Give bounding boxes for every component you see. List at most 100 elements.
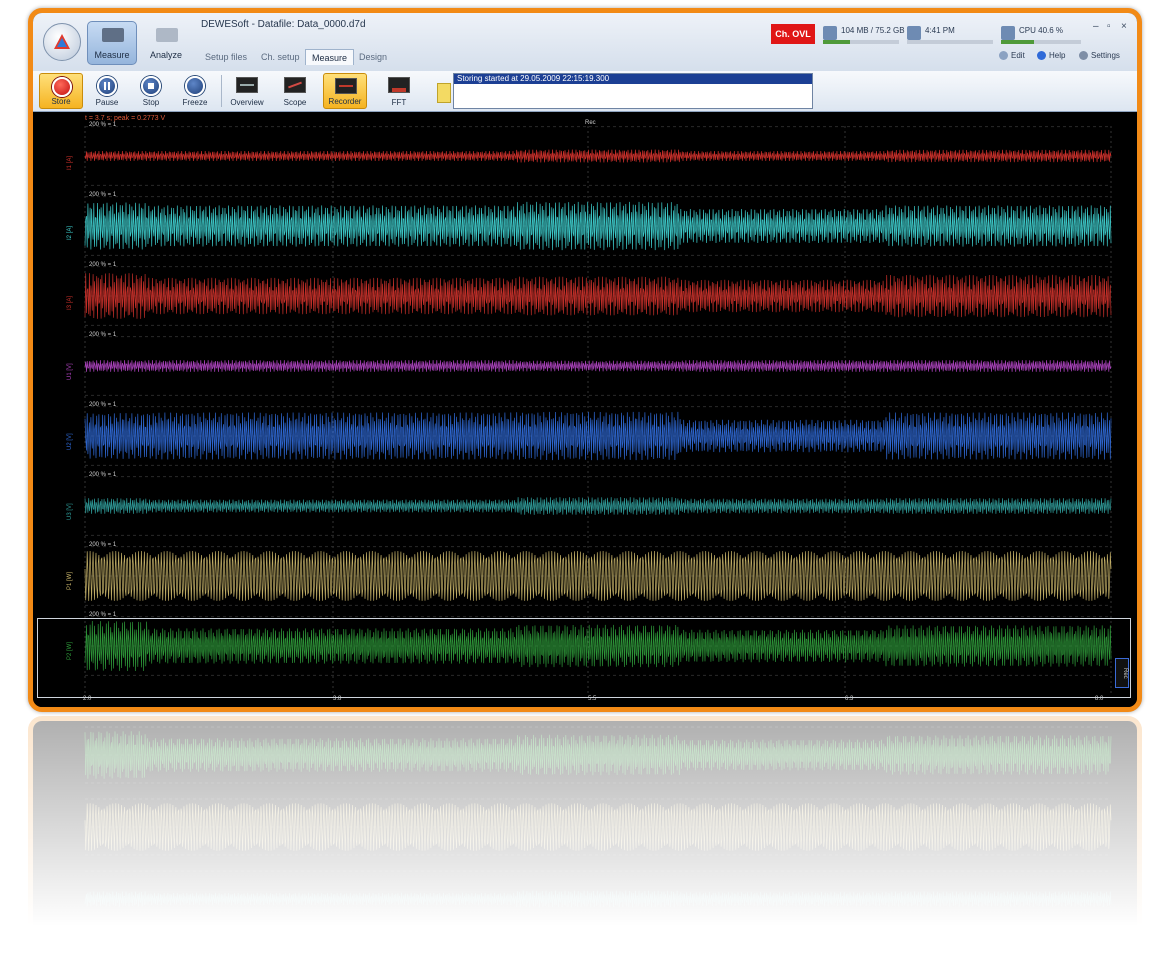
cpu-meter: CPU 40.6 % — [1001, 24, 1081, 44]
recorder-icon — [335, 78, 357, 94]
channel-scale-tag: 200 % = 1 — [89, 401, 117, 408]
fft-button[interactable]: FFT — [377, 73, 421, 109]
channel-scale-tag: 200 % = 1 — [89, 191, 117, 198]
edit-button[interactable]: Edit — [999, 51, 1025, 60]
help-button[interactable]: Help — [1037, 51, 1065, 60]
channel-waveform — [84, 411, 1112, 461]
channel-trace[interactable] — [84, 476, 1112, 536]
event-log[interactable]: Storing started at 29.05.2009 22:15:19.3… — [453, 73, 813, 109]
mode-analyze-button[interactable]: Analyze — [141, 21, 191, 65]
overview-button[interactable]: Overview — [225, 73, 269, 109]
recorder-label: Rec — [585, 120, 596, 126]
recorder-label: Recorder — [328, 97, 362, 106]
settings-label: Settings — [1091, 51, 1120, 60]
channel-trace[interactable] — [84, 616, 1112, 676]
channel-waveform — [84, 201, 1112, 251]
channel-trace[interactable] — [84, 406, 1112, 466]
disk-usage-meter: 104 MB / 75.2 GB — [823, 24, 905, 44]
channel-trace[interactable] — [84, 546, 1112, 606]
mode-analyze-label: Analyze — [149, 50, 183, 60]
channel-axis-label: I1 [A] — [67, 155, 73, 170]
maximize-button[interactable]: ▫ — [1107, 21, 1111, 32]
x-tick-label: 6.3 — [845, 696, 854, 702]
channel-scale-tag: 200 % = 1 — [89, 541, 117, 548]
channel-waveform — [84, 149, 1112, 163]
record-icon — [52, 77, 72, 97]
channel-trace[interactable] — [84, 126, 1112, 186]
gear-icon — [1079, 51, 1088, 60]
help-icon — [1037, 51, 1046, 60]
edit-icon — [999, 51, 1008, 60]
tab-measure[interactable]: Measure — [305, 49, 355, 65]
title-bar: Measure Analyze DEWESoft - Datafile: Dat… — [33, 13, 1137, 72]
freeze-button[interactable]: Freeze — [173, 73, 217, 109]
channel-waveform — [84, 273, 1112, 319]
event-log-entry: Storing started at 29.05.2009 22:15:19.3… — [454, 74, 812, 84]
channel-side-badge[interactable]: Rec — [1115, 658, 1129, 688]
minimize-button[interactable]: – — [1093, 21, 1099, 32]
fft-label: FFT — [391, 98, 407, 107]
channel-trace[interactable] — [84, 266, 1112, 326]
stop-label: Stop — [142, 98, 160, 107]
scope-label: Scope — [283, 98, 307, 107]
freeze-label: Freeze — [182, 98, 208, 107]
mode-measure-label: Measure — [94, 50, 130, 60]
channel-waveform — [84, 360, 1112, 372]
overview-label: Overview — [230, 98, 264, 107]
note-icon[interactable] — [437, 83, 451, 103]
x-tick-label: 2.0 — [83, 696, 92, 702]
cpu-fill — [1001, 40, 1034, 44]
channel-trace[interactable] — [84, 336, 1112, 396]
overview-icon — [236, 77, 258, 93]
recorder-traces[interactable] — [33, 112, 1137, 712]
mode-measure-button[interactable]: Measure — [87, 21, 137, 65]
channel-axis-label: P2 [W] — [67, 641, 73, 660]
recorder-plot-area[interactable]: t = 3.7 s; peak = 0.2773 V Rec I1 [A] 200… — [33, 112, 1137, 712]
analyze-icon — [156, 28, 178, 42]
channel-axis-label: U1 [V] — [67, 363, 73, 380]
pause-button[interactable]: Pause — [85, 73, 129, 109]
clock-icon — [907, 26, 921, 40]
channel-scale-tag: 200 % = 1 — [89, 471, 117, 478]
stop-button[interactable]: Stop — [129, 73, 173, 109]
channel-scale-tag: 200 % = 1 — [89, 261, 117, 268]
help-label: Help — [1049, 51, 1066, 60]
channel-trace[interactable] — [84, 798, 1112, 856]
settings-button[interactable]: Settings — [1079, 51, 1120, 60]
edit-label: Edit — [1011, 51, 1025, 60]
channel-trace[interactable] — [84, 870, 1112, 928]
store-button[interactable]: Store — [39, 73, 83, 109]
app-window: Measure Analyze DEWESoft - Datafile: Dat… — [28, 8, 1142, 712]
channel-trace[interactable] — [84, 196, 1112, 256]
overload-status-badge[interactable]: Ch. OVL — [771, 24, 815, 44]
toolbar: Store Pause Stop Freeze Overview Scope R… — [33, 71, 1137, 112]
channel-axis-label: U3 [V] — [67, 503, 73, 520]
window-reflection — [28, 716, 1142, 960]
recorder-button[interactable]: Recorder — [323, 73, 367, 109]
channel-axis-label: P1 [W] — [67, 571, 73, 590]
freeze-icon — [185, 76, 205, 96]
scope-icon — [284, 77, 306, 93]
window-title: DEWESoft - Datafile: Data_0000.d7d — [201, 19, 366, 30]
app-logo[interactable] — [43, 23, 81, 61]
cpu-text: CPU 40.6 % — [1019, 26, 1064, 35]
channel-scale-tag: 200 % = 1 — [89, 121, 117, 128]
tab-ch-setup[interactable]: Ch. setup — [255, 49, 306, 65]
tab-design[interactable]: Design — [353, 49, 393, 65]
pause-icon — [97, 76, 117, 96]
channel-waveform — [84, 803, 1112, 851]
store-label: Store — [51, 97, 71, 106]
measure-icon — [102, 28, 124, 42]
disk-icon — [823, 26, 837, 40]
fft-icon — [388, 77, 410, 93]
channel-scale-tag: 200 % = 1 — [89, 331, 117, 338]
channel-trace[interactable] — [84, 726, 1112, 784]
channel-waveform — [84, 550, 1112, 601]
tab-setup-files[interactable]: Setup files — [199, 49, 253, 65]
close-button[interactable]: × — [1121, 21, 1127, 32]
channel-waveform — [84, 890, 1112, 908]
channel-scale-tag: 200 % = 1 — [89, 611, 117, 618]
channel-waveform — [84, 620, 1112, 672]
scope-button[interactable]: Scope — [273, 73, 317, 109]
clock-meter: 4:41 PM — [907, 24, 993, 44]
